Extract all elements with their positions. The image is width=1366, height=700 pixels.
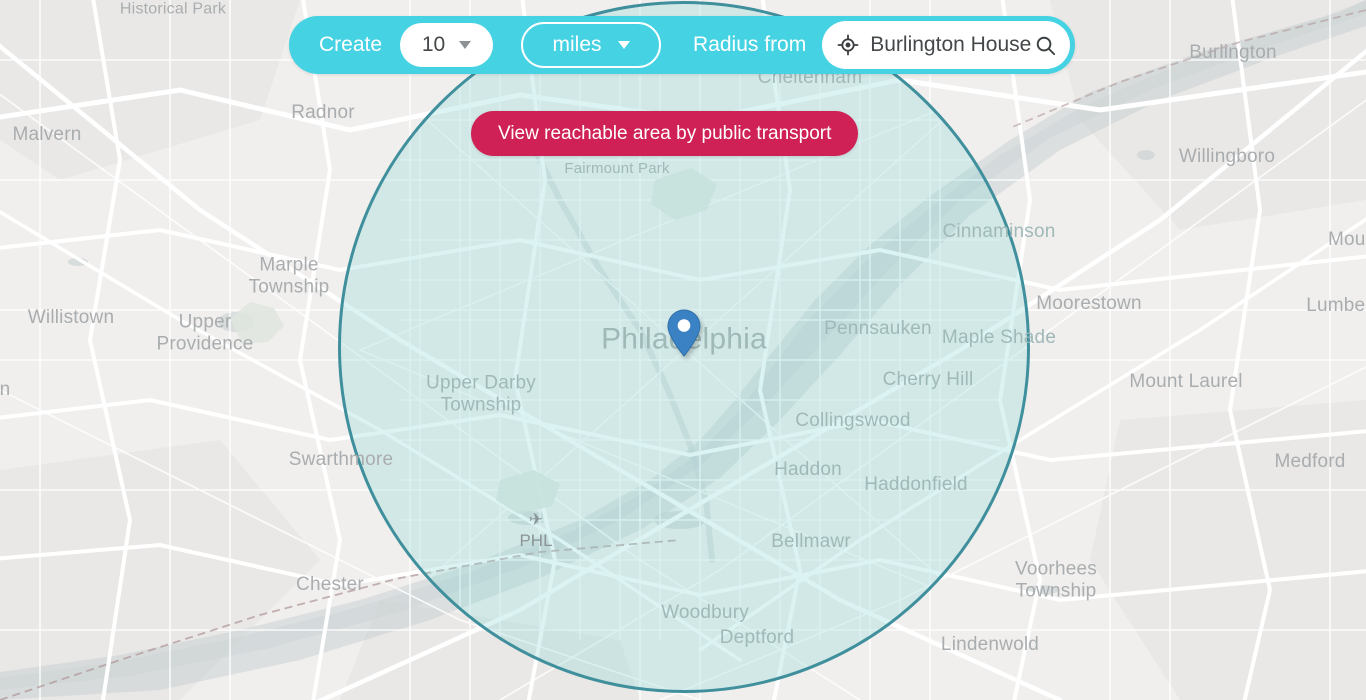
crosshair-target-icon[interactable]	[837, 34, 859, 56]
map-place-label: Haddonfield	[864, 473, 968, 495]
view-reachable-area-by-public-transport-button[interactable]: View reachable area by public transport	[471, 111, 859, 156]
radius-from-label: Radius from	[693, 33, 807, 56]
search-input[interactable]	[870, 33, 1033, 57]
map-place-label: Willistown	[27, 306, 115, 328]
map-place-label: Pennsauken	[824, 317, 932, 339]
airport-code-label: PHL	[519, 531, 553, 550]
map-place-label: Deptford	[719, 626, 795, 648]
map-place-label: Moorestown	[1036, 292, 1142, 314]
map-place-label: Burlington	[1189, 41, 1277, 63]
map-place-label: Radnor	[291, 101, 355, 123]
map-place-label: Chester	[296, 573, 364, 595]
map-place-label: Upper Darby Township	[426, 372, 536, 416]
map-place-label: Cherry Hill	[882, 368, 974, 390]
chevron-down-icon	[459, 41, 472, 49]
map-place-label: Maple Shade	[941, 326, 1057, 348]
map-place-label: Cinnaminson	[942, 220, 1056, 242]
map-place-label: Historical Park	[119, 0, 227, 18]
map-place-label: Medford	[1274, 450, 1346, 472]
create-label: Create	[319, 33, 383, 56]
distance-value-text: 10	[421, 33, 446, 56]
map-place-label: Collingswood	[795, 409, 911, 431]
airplane-icon: ✈	[528, 510, 544, 529]
map-place-label: Voorhees Township	[1015, 558, 1097, 602]
map-pin-marker[interactable]	[667, 309, 701, 357]
map-place-label: Haddon	[774, 458, 842, 480]
map-place-label: Willingboro	[1178, 145, 1276, 167]
map-place-label: Marple Township	[248, 254, 330, 298]
map-place-label: Fairmount Park	[564, 160, 670, 178]
map-place-label: n	[0, 378, 11, 400]
map-place-label: Lumber	[1306, 294, 1366, 316]
magnifier-icon[interactable]	[1034, 34, 1057, 57]
map-place-label: Lindenwold	[940, 633, 1040, 655]
map-place-label: Upper Providence	[156, 311, 254, 355]
map-canvas[interactable]: Malvern Radnor Willistown Marple Township Up…	[0, 0, 1366, 700]
map-place-label: Malvern	[12, 123, 82, 145]
chevron-down-icon	[617, 41, 630, 49]
distance-value-dropdown[interactable]: 10	[400, 23, 494, 67]
map-place-label: Mount Laurel	[1129, 370, 1243, 392]
unit-value-text: miles	[552, 33, 602, 56]
map-place-label: Mour	[1327, 228, 1366, 250]
radius-toolbar: Create 10 miles Radius from	[289, 16, 1076, 74]
map-place-label: Woodbury	[661, 601, 749, 623]
map-place-label: Bellmawr	[771, 530, 851, 552]
map-place-label: Swarthmore	[288, 448, 394, 470]
unit-dropdown[interactable]: miles	[521, 22, 662, 68]
location-search-field[interactable]	[822, 21, 1071, 69]
map-application: Malvern Radnor Willistown Marple Township Up…	[0, 0, 1366, 700]
